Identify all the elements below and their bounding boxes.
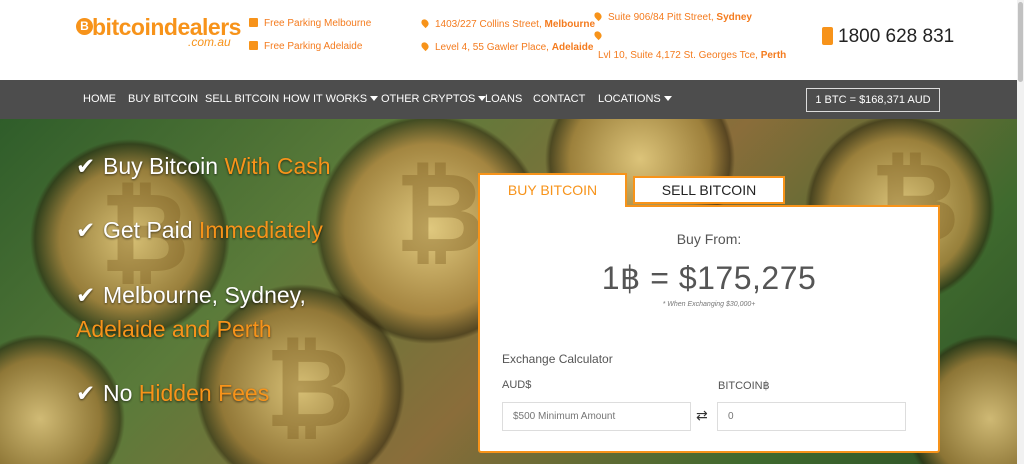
checkmark-icon: ✔ [76,380,96,406]
exchange-calculator-title: Exchange Calculator [502,352,613,366]
caret-down-icon [663,96,672,101]
page-scrollbar[interactable] [1017,0,1024,464]
location-pin-icon [592,10,604,22]
address-sydney[interactable]: Suite 906/84 Pitt Street, Sydney [592,10,752,24]
phone-number[interactable]: 1800 628 831 [822,26,954,48]
caret-down-icon [370,96,379,101]
nav-loans[interactable]: LOANS [485,80,522,119]
aud-amount-input[interactable] [502,402,691,431]
price-note: * When Exchanging $30,000+ [662,301,756,308]
address-perth[interactable]: Lvl 10, Suite 4,172 St. Georges Tce, Per… [598,50,786,62]
parking-icon [249,41,258,50]
feature-no-hidden-fees: ✔ No Hidden Fees [76,380,270,406]
bitcoin-amount-input[interactable] [717,402,906,431]
checkmark-icon: ✔ [76,282,96,308]
feature-get-paid: ✔ Get Paid Immediately [76,217,323,243]
nav-locations[interactable]: LOCATIONS [598,80,672,119]
bitcoin-coin-graphic: ₿ [395,152,485,275]
logo-domain: .com.au [188,35,231,49]
bitcoin-label: BITCOIN฿ [718,380,770,392]
main-nav: HOME BUY BITCOIN SELL BITCOIN HOW IT WOR… [0,80,1017,119]
scrollbar-thumb[interactable] [1018,2,1023,82]
nav-other-cryptos[interactable]: OTHER CRYPTOS [381,80,487,119]
parking-adelaide[interactable]: Free Parking Adelaide [249,41,362,53]
site-header: B bitcoindealers .com.au Free Parking Me… [0,0,1017,80]
feature-locations-line2: Adelaide and Perth [76,316,272,342]
parking-icon [249,18,258,27]
btc-buy-price: 1฿ = $175,275 [601,260,817,296]
location-pin-icon [419,40,431,52]
bitcoin-coin-icon: B [76,18,93,35]
feature-buy-with-cash: ✔ Buy Bitcoin With Cash [76,153,331,179]
tab-buy-bitcoin[interactable]: BUY BITCOIN [478,173,627,207]
nav-home[interactable]: HOME [83,80,116,119]
address-perth-pin [592,29,608,43]
parking-melbourne[interactable]: Free Parking Melbourne [249,18,371,30]
bitcoindealers-logo[interactable]: B bitcoindealers .com.au [76,15,241,55]
aud-label: AUD$ [502,379,532,391]
swap-icon[interactable]: ⇄ [696,407,708,424]
checkmark-icon: ✔ [76,153,96,179]
feature-locations: ✔ Melbourne, Sydney, [76,282,306,308]
address-melbourne[interactable]: 1403/227 Collins Street, Melbourne [419,17,595,31]
location-pin-icon [592,29,604,41]
nav-buy-bitcoin[interactable]: BUY BITCOIN [128,80,198,119]
bitcoin-coin-graphic: ₿ [265,327,355,450]
location-pin-icon [419,17,431,29]
address-adelaide[interactable]: Level 4, 55 Gawler Place, Adelaide [419,40,593,54]
tab-sell-bitcoin[interactable]: SELL BITCOIN [633,176,785,204]
btc-rate-badge: 1 BTC = $168,371 AUD [806,88,940,112]
nav-how-it-works[interactable]: HOW IT WORKS [283,80,379,119]
nav-sell-bitcoin[interactable]: SELL BITCOIN [205,80,279,119]
buy-from-label: Buy From: [676,231,742,247]
exchange-panel: Buy From: 1฿ = $175,275 * When Exchangin… [478,205,940,453]
checkmark-icon: ✔ [76,217,96,243]
nav-contact[interactable]: CONTACT [533,80,585,119]
phone-icon [822,27,833,45]
